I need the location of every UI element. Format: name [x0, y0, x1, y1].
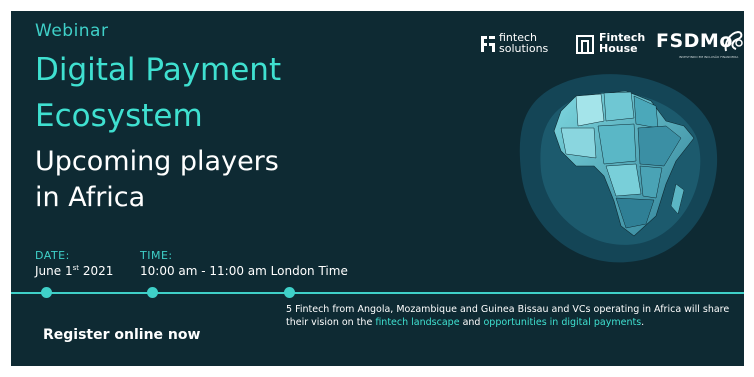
- date-year: 2021: [79, 264, 114, 278]
- description-part-3: .: [641, 317, 645, 328]
- highlight-fintech-landscape: fintech landscape: [375, 317, 460, 328]
- fsdmoc-swirl-icon: [724, 30, 743, 52]
- webinar-kicker: Webinar: [35, 21, 109, 41]
- subtitle-line-2: in Africa: [35, 182, 146, 213]
- timeline-dot-1: [41, 287, 52, 298]
- date-value: June 1st 2021: [35, 264, 113, 278]
- timeline-dot-3: [284, 287, 295, 298]
- highlight-opportunities: opportunities in digital payments: [483, 317, 642, 328]
- register-link[interactable]: Register online now: [43, 327, 200, 343]
- description-part-2: and: [459, 317, 484, 328]
- timeline-line: [11, 292, 744, 294]
- title-line-2: Ecosystem: [35, 98, 203, 134]
- date-day: June 1: [35, 264, 73, 278]
- subtitle-line-1: Upcoming players: [35, 146, 279, 177]
- fintech-house-line2: House: [599, 42, 638, 55]
- date-label: DATE:: [35, 249, 70, 262]
- fsdmoc-tagline: INVESTINDO EM INCLUSÃO FINANCEIRA: [679, 55, 739, 59]
- africa-map-illustration: [519, 74, 718, 263]
- timeline-dot-2: [147, 287, 158, 298]
- fintech-house-icon: [576, 35, 594, 54]
- event-description: 5 Fintech from Angola, Mozambique and Gu…: [286, 303, 736, 329]
- webinar-banner: Webinar Digital Payment Ecosystem Upcomi…: [11, 11, 744, 366]
- time-value: 10:00 am - 11:00 am London Time: [140, 264, 348, 278]
- title-line-1: Digital Payment: [35, 52, 282, 88]
- fintech-solutions-line2: solutions: [499, 42, 549, 55]
- time-label: TIME:: [140, 249, 173, 262]
- fintech-solutions-icon: [481, 36, 495, 52]
